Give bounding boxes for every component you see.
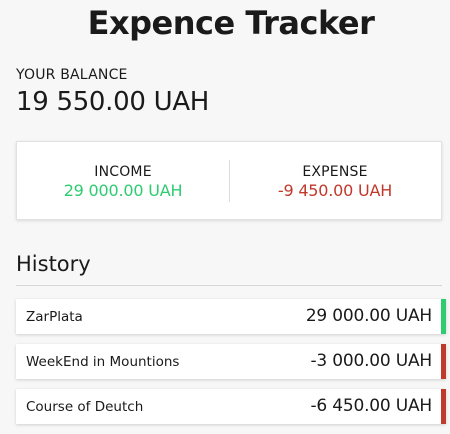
transaction-name: Course of Deutch <box>26 399 144 415</box>
income-expense-card: INCOME 29 000.00 UAH EXPENSE -9 450.00 U… <box>16 141 442 220</box>
transaction-name: ZarPlata <box>26 309 83 325</box>
income-summary: INCOME 29 000.00 UAH <box>17 164 229 200</box>
history-divider <box>16 285 442 286</box>
history-title: History <box>16 252 91 276</box>
transaction-amount: 29 000.00 UAH <box>305 306 432 326</box>
expense-label: EXPENSE <box>302 164 368 180</box>
transaction-amount: -6 450.00 UAH <box>310 396 433 416</box>
expense-value: -9 450.00 UAH <box>277 181 393 200</box>
balance-value: 19 550.00 UAH <box>16 87 210 117</box>
transaction-item-zarplata[interactable]: ZarPlata 29 000.00 UAH <box>16 299 446 334</box>
balance-label: YOUR BALANCE <box>16 67 128 83</box>
transaction-item-course[interactable]: Course of Deutch -6 450.00 UAH <box>16 389 446 424</box>
income-label: INCOME <box>94 164 152 180</box>
app-title: Expence Tracker <box>87 4 375 42</box>
income-value: 29 000.00 UAH <box>63 181 183 200</box>
transaction-amount: -3 000.00 UAH <box>310 351 433 371</box>
transaction-name: WeekEnd in Mountions <box>26 354 180 370</box>
expense-summary: EXPENSE -9 450.00 UAH <box>229 164 441 200</box>
transaction-item-weekend[interactable]: WeekEnd in Mountions -3 000.00 UAH <box>16 344 446 379</box>
transaction-list: ZarPlata 29 000.00 UAH WeekEnd in Mounti… <box>16 299 446 434</box>
